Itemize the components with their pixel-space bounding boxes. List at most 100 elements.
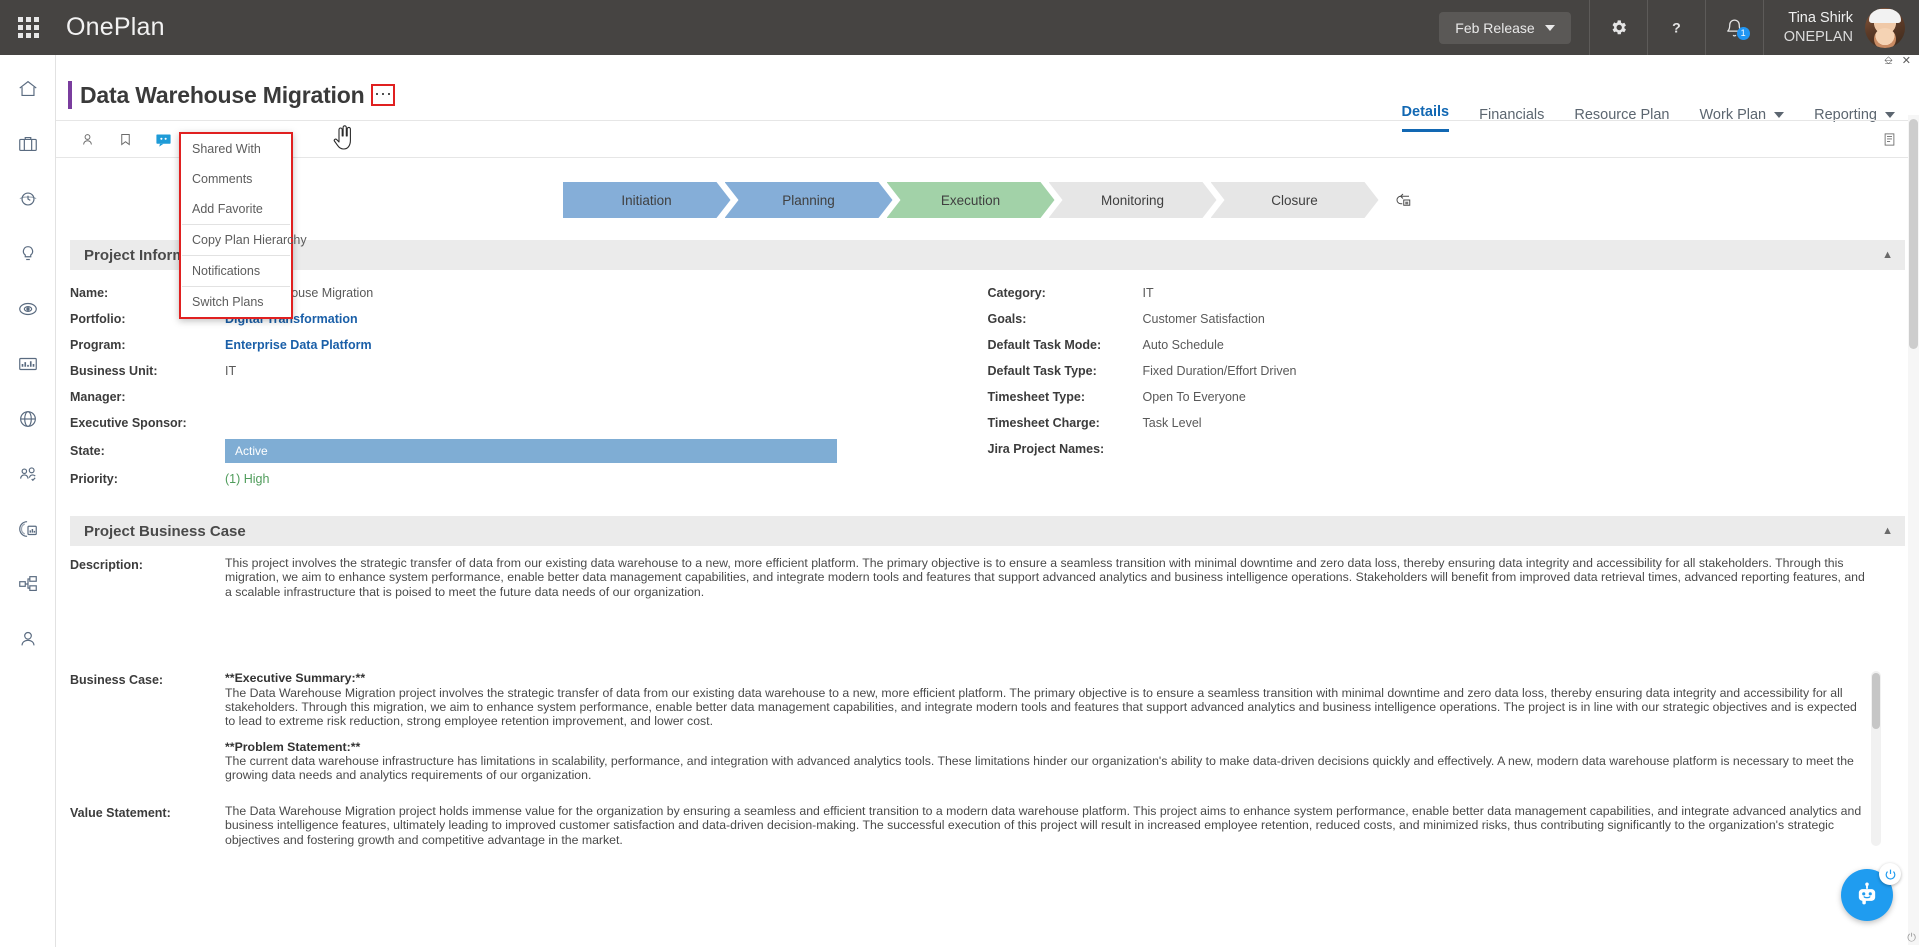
field-row-manager: Manager: bbox=[70, 384, 988, 410]
menu-item-copy-plan-hierarchy[interactable]: Copy Plan Hierarchy bbox=[181, 225, 307, 255]
field-value-goals: Customer Satisfaction bbox=[1142, 312, 1265, 326]
clock-icon bbox=[19, 191, 36, 206]
chevron-down-icon bbox=[1544, 24, 1555, 31]
stage-monitoring-label: Monitoring bbox=[1100, 192, 1165, 208]
briefcase-icon bbox=[18, 136, 37, 151]
sidebar-item-portfolio[interactable] bbox=[0, 116, 56, 171]
settings-button[interactable] bbox=[1588, 0, 1647, 55]
field-row-default-task-type: Default Task Type: Fixed Duration/Effort… bbox=[988, 358, 1906, 384]
business-case-row: Business Case: **Executive Summary:** Th… bbox=[56, 599, 1919, 847]
field-row-timesheet-type: Timesheet Type: Open To Everyone bbox=[988, 384, 1906, 410]
field-row-executive-sponsor: Executive Sponsor: bbox=[70, 410, 988, 436]
sidebar-item-admin[interactable] bbox=[0, 611, 56, 666]
field-row-state: State: Active bbox=[70, 436, 988, 466]
description-label: Description: bbox=[70, 558, 143, 572]
collapse-icon[interactable]: ▲ bbox=[1882, 249, 1893, 261]
section-title: Project Business Case bbox=[84, 522, 246, 540]
field-label: Default Task Type: bbox=[987, 364, 1097, 378]
lightbulb-icon bbox=[22, 245, 33, 260]
power-icon bbox=[1885, 869, 1895, 880]
stage-monitoring[interactable]: Monitoring bbox=[1049, 182, 1217, 218]
menu-item-shared-with[interactable]: Shared With bbox=[181, 134, 291, 164]
gear-icon bbox=[1612, 20, 1626, 35]
sidebar-item-hierarchy[interactable] bbox=[0, 556, 56, 611]
business-case-paragraph-2: **Problem Statement:** The current data … bbox=[225, 740, 1863, 783]
question-mark-icon: ? bbox=[1672, 20, 1681, 36]
app-launcher-button[interactable] bbox=[0, 0, 56, 55]
robot-icon bbox=[1858, 882, 1876, 905]
business-case-label: Business Case: bbox=[70, 673, 164, 688]
notes-button[interactable] bbox=[1882, 131, 1897, 148]
section-header-project-business-case[interactable]: Project Business Case ▲ bbox=[70, 516, 1905, 546]
release-selector[interactable]: Feb Release bbox=[1439, 11, 1571, 44]
stage-execution[interactable]: Execution bbox=[887, 182, 1055, 218]
field-value-category: IT bbox=[1142, 286, 1154, 300]
menu-item-comments[interactable]: Comments bbox=[181, 164, 291, 194]
stage-initiation[interactable]: Initiation bbox=[563, 182, 731, 218]
menu-item-notifications[interactable]: Notifications bbox=[181, 256, 291, 286]
menu-item-add-favorite[interactable]: Add Favorite bbox=[181, 194, 291, 224]
notification-count-badge: 1 bbox=[1736, 27, 1750, 40]
stage-closure-label: Closure bbox=[1271, 192, 1318, 208]
stage-closure[interactable]: Closure bbox=[1211, 182, 1379, 218]
add-favorite-button[interactable] bbox=[106, 122, 144, 156]
sidebar-item-dashboards[interactable] bbox=[0, 336, 56, 391]
business-case-body-1: The Data Warehouse Migration project inv… bbox=[225, 685, 1857, 729]
business-case-body-2: The current data warehouse infrastructur… bbox=[225, 754, 1854, 783]
field-label: Timesheet Charge: bbox=[987, 416, 1100, 430]
field-value-timesheet-type: Open To Everyone bbox=[1142, 390, 1246, 404]
stage-refresh-button[interactable] bbox=[1393, 191, 1413, 209]
avatar[interactable] bbox=[1865, 7, 1905, 48]
user-menu[interactable]: Tina Shirk ONEPLAN bbox=[1762, 0, 1919, 55]
field-label: Executive Sponsor: bbox=[70, 416, 187, 430]
shared-with-icon bbox=[82, 133, 92, 145]
left-navigation-rail bbox=[0, 55, 56, 947]
sidebar-item-analytics[interactable] bbox=[0, 501, 56, 556]
field-label: Jira Project Names: bbox=[987, 442, 1105, 456]
field-label: Timesheet Type: bbox=[987, 390, 1086, 404]
stage-planning[interactable]: Planning bbox=[725, 182, 893, 218]
user-name: Tina Shirk bbox=[1788, 10, 1853, 27]
release-selector-label: Feb Release bbox=[1455, 19, 1535, 36]
title-accent-bar bbox=[68, 81, 72, 109]
scrollbar-thumb[interactable] bbox=[1872, 673, 1880, 730]
plan-options-button[interactable]: ⋯ bbox=[371, 84, 396, 106]
field-row-category: Category: IT bbox=[988, 280, 1906, 306]
project-information-fields: Name: Data Warehouse Migration Portfolio… bbox=[56, 270, 1919, 492]
people-icon bbox=[19, 466, 36, 481]
field-value-program[interactable]: Enterprise Data Platform bbox=[225, 338, 372, 352]
collapse-icon[interactable]: ▲ bbox=[1882, 525, 1893, 537]
description-row: Description: This project involves the s… bbox=[56, 546, 1919, 599]
notifications-button[interactable]: 1 bbox=[1704, 0, 1763, 55]
section-header-project-information[interactable]: Project Information ▲ bbox=[70, 240, 1905, 270]
page-scrollbar[interactable] bbox=[1908, 115, 1919, 945]
restore-window-button[interactable]: ⎒ bbox=[1884, 56, 1893, 67]
scrollbar-thumb[interactable] bbox=[1909, 119, 1918, 349]
stage-planning-label: Planning bbox=[782, 192, 835, 208]
business-case-scrollbar[interactable] bbox=[1871, 671, 1881, 847]
sidebar-item-resources[interactable] bbox=[0, 446, 56, 501]
sidebar-item-global[interactable] bbox=[0, 391, 56, 446]
target-icon bbox=[18, 302, 37, 315]
sidebar-item-timesheet[interactable] bbox=[0, 171, 56, 226]
business-case-paragraph-1: **Executive Summary:** The Data Warehous… bbox=[225, 671, 1863, 729]
app-root: OnePlan Feb Release ? 1 Tina Shirk ONEPL… bbox=[0, 0, 1919, 947]
menu-item-switch-plans[interactable]: Switch Plans bbox=[181, 287, 291, 317]
sidebar-item-goals[interactable] bbox=[0, 281, 56, 336]
business-case-text: **Executive Summary:** The Data Warehous… bbox=[225, 671, 1885, 847]
comments-button[interactable] bbox=[144, 122, 182, 156]
top-navigation-bar: OnePlan Feb Release ? 1 Tina Shirk ONEPL… bbox=[0, 0, 1919, 55]
sidebar-item-home[interactable] bbox=[0, 61, 56, 116]
business-case-heading-2: **Problem Statement:** bbox=[225, 739, 361, 754]
shared-with-button[interactable] bbox=[68, 122, 106, 156]
user-organization: ONEPLAN bbox=[1783, 28, 1853, 45]
close-window-button[interactable]: ✕ bbox=[1902, 56, 1911, 67]
home-icon bbox=[18, 80, 37, 96]
field-label: Default Task Mode: bbox=[987, 338, 1102, 352]
field-value-timesheet-charge: Task Level bbox=[1142, 416, 1202, 430]
sidebar-item-ideas[interactable] bbox=[0, 226, 56, 281]
help-button[interactable]: ? bbox=[1646, 0, 1705, 55]
assistant-power-button[interactable] bbox=[1879, 863, 1901, 885]
stage-flow: Initiation Planning Execution Monitoring… bbox=[56, 174, 1919, 226]
field-row-program: Program: Enterprise Data Platform bbox=[70, 332, 988, 358]
